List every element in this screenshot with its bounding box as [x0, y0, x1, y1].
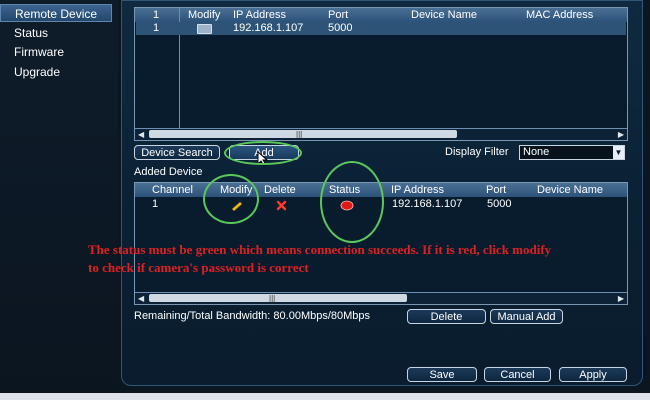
- edit-icon[interactable]: [197, 24, 212, 34]
- column-header-port: Port: [328, 9, 349, 21]
- bandwidth-text: Remaining/Total Bandwidth: 80.00Mbps/80M…: [134, 310, 371, 322]
- column-header-modify: Modify: [188, 9, 221, 21]
- column-header-index: 1: [153, 9, 160, 21]
- table-row[interactable]: 1 192.168.1.107 5000: [136, 22, 626, 35]
- added-device-title: Added Device: [134, 166, 203, 178]
- sidebar-item-label: Upgrade: [14, 65, 61, 79]
- column-header-device-name: Device Name: [537, 184, 604, 196]
- column-header-channel: Channel: [152, 184, 193, 196]
- row-port: 5000: [328, 22, 353, 34]
- scroll-left-icon[interactable]: ◀: [138, 293, 144, 304]
- manual-add-button[interactable]: Manual Add: [490, 309, 563, 324]
- row-index: 1: [153, 22, 160, 34]
- add-button-highlight-ring: [224, 141, 302, 165]
- scrollbar-thumb[interactable]: |||: [149, 130, 457, 139]
- red-x-icon[interactable]: [276, 200, 287, 211]
- sidebar: Remote Device Status Firmware Upgrade: [0, 0, 118, 400]
- display-filter-label: Display Filter: [445, 146, 509, 158]
- column-header-mac-address: MAC Address: [526, 9, 594, 21]
- search-results-table: 1 Modify IP Address Port Device Name MAC…: [134, 7, 628, 141]
- sidebar-item-label: Status: [14, 26, 49, 40]
- status-highlight-ring: [320, 161, 384, 243]
- row-ip-address: 192.168.1.107: [233, 22, 304, 34]
- grip-icon: |||: [269, 294, 276, 303]
- apply-button[interactable]: Apply: [559, 367, 627, 382]
- sidebar-item-label: Remote Device: [15, 7, 98, 21]
- row-ip-address: 192.168.1.107: [392, 198, 463, 210]
- scroll-right-icon[interactable]: ▶: [618, 293, 624, 304]
- grip-icon: |||: [296, 130, 303, 139]
- row-channel: 1: [152, 198, 159, 210]
- sidebar-item-label: Firmware: [14, 45, 64, 59]
- scrollbar-thumb[interactable]: |||: [149, 294, 407, 303]
- modify-highlight-ring: [203, 174, 259, 224]
- column-header-port: Port: [486, 184, 507, 196]
- row-port: 5000: [487, 198, 512, 210]
- column-header-delete: Delete: [264, 184, 296, 196]
- display-filter-select[interactable]: None ▼: [519, 145, 625, 160]
- column-header-device-name: Device Name: [411, 9, 478, 21]
- chevron-down-icon[interactable]: ▼: [613, 146, 624, 159]
- save-button[interactable]: Save: [407, 367, 477, 382]
- display-filter-value: None: [523, 146, 550, 158]
- delete-button[interactable]: Delete: [407, 309, 486, 324]
- cancel-button[interactable]: Cancel: [484, 367, 551, 382]
- sidebar-item-status[interactable]: Status: [0, 24, 112, 42]
- sidebar-item-remote-device[interactable]: Remote Device: [0, 4, 112, 22]
- bottom-strip: [0, 393, 650, 400]
- sidebar-item-firmware[interactable]: Firmware: [0, 43, 112, 61]
- table-header: 1 Modify IP Address Port Device Name MAC…: [135, 8, 627, 22]
- column-header-ip-address: IP Address: [233, 9, 286, 21]
- horizontal-scrollbar[interactable]: ◀ ||| ▶: [135, 128, 627, 140]
- horizontal-scrollbar[interactable]: ◀ ||| ▶: [135, 292, 627, 304]
- device-search-button[interactable]: Device Search: [134, 145, 220, 160]
- sidebar-item-upgrade[interactable]: Upgrade: [0, 63, 112, 81]
- column-header-ip-address: IP Address: [391, 184, 444, 196]
- annotation-text: The status must be green which means con…: [88, 242, 552, 275]
- scroll-left-icon[interactable]: ◀: [138, 129, 144, 140]
- scroll-right-icon[interactable]: ▶: [618, 129, 624, 140]
